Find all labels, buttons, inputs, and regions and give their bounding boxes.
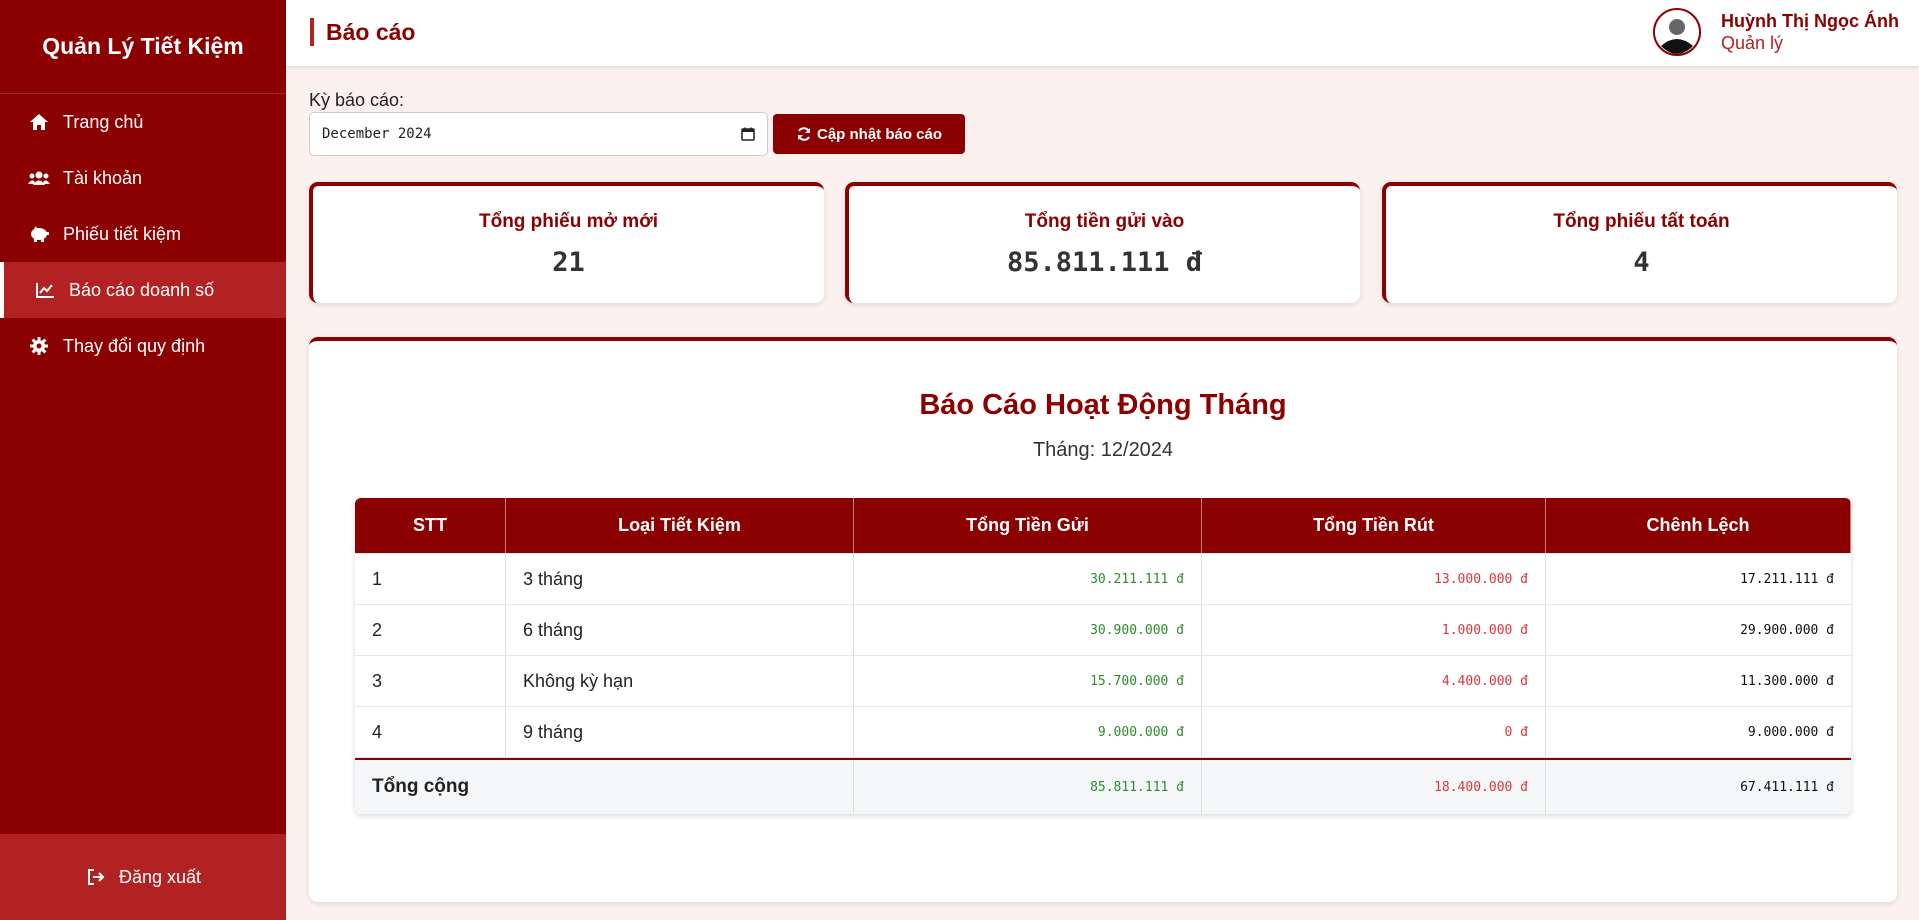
cell-withdraw: 4.400.000 đ bbox=[1202, 656, 1546, 706]
update-report-button[interactable]: Cập nhật báo cáo bbox=[773, 114, 965, 154]
table-row: 4 9 tháng 9.000.000 đ 0 đ 9.000.000 đ bbox=[355, 707, 1851, 758]
cell-deposit: 30.900.000 đ bbox=[854, 605, 1202, 655]
app-brand: Quản Lý Tiết Kiệm bbox=[0, 0, 286, 94]
column-header-stt: STT bbox=[355, 498, 506, 553]
stat-card-new-accounts: Tổng phiếu mở mới 21 bbox=[309, 182, 824, 303]
stat-value: 4 bbox=[1633, 247, 1650, 278]
avatar bbox=[1653, 8, 1702, 56]
stat-value: 85.811.111 đ bbox=[1006, 247, 1203, 278]
total-diff: 67.411.111 đ bbox=[1740, 779, 1834, 795]
user-role: Quản lý bbox=[1721, 33, 1784, 53]
sidebar-item-label: Trang chủ bbox=[63, 111, 144, 132]
update-report-label: Cập nhật báo cáo bbox=[816, 125, 943, 143]
cell-deposit: 30.211.111 đ bbox=[854, 554, 1202, 604]
column-header-type: Loại Tiết Kiệm bbox=[506, 498, 854, 553]
period-value: December 2024 bbox=[322, 126, 432, 142]
calendar-icon[interactable] bbox=[741, 127, 755, 141]
sidebar-item-label: Thay đổi quy định bbox=[63, 335, 206, 356]
user-profile[interactable]: Huỳnh Thị Ngọc Ánh Quản lý bbox=[1653, 8, 1899, 56]
cell-deposit: 9.000.000 đ bbox=[854, 707, 1202, 757]
page-title: Báo cáo bbox=[310, 18, 415, 46]
total-deposit: 85.811.111 đ bbox=[854, 760, 1202, 814]
report-subtitle: Tháng: 12/2024 bbox=[1032, 439, 1174, 461]
cell-stt: 2 bbox=[355, 605, 506, 655]
cell-withdraw: 13.000.000 đ bbox=[1202, 554, 1546, 604]
table-header: STT Loại Tiết Kiệm Tổng Tiền Gửi Tổng Ti… bbox=[355, 498, 1851, 554]
cell-diff: 9.000.000 đ bbox=[1747, 724, 1834, 740]
column-header-deposit: Tổng Tiền Gửi bbox=[854, 498, 1202, 553]
cell-stt: 3 bbox=[355, 656, 506, 706]
cell-deposit: 15.700.000 đ bbox=[854, 656, 1202, 706]
sidebar-item-label: Phiếu tiết kiệm bbox=[63, 223, 182, 244]
user-name: Huỳnh Thị Ngọc Ánh bbox=[1721, 11, 1899, 31]
cell-stt: 4 bbox=[355, 707, 506, 757]
piggy-bank-icon bbox=[28, 223, 50, 245]
sidebar-nav: Trang chủ Tài khoản Phiếu tiết kiệm Báo … bbox=[0, 94, 286, 374]
table-row: 3 Không kỳ hạn 15.700.000 đ 4.400.000 đ … bbox=[355, 656, 1851, 707]
table-row: 1 3 tháng 30.211.111 đ 13.000.000 đ 17.2… bbox=[355, 554, 1851, 605]
refresh-icon bbox=[796, 126, 812, 142]
period-label: Kỳ báo cáo: bbox=[309, 90, 405, 110]
total-label: Tổng cộng bbox=[355, 760, 854, 814]
table-total-row: Tổng cộng 85.811.111 đ 18.400.000 đ 67.4… bbox=[355, 758, 1851, 814]
report-table: STT Loại Tiết Kiệm Tổng Tiền Gửi Tổng Ti… bbox=[355, 498, 1851, 814]
users-icon bbox=[28, 167, 50, 189]
chart-line-icon bbox=[34, 279, 56, 301]
cell-diff: 11.300.000 đ bbox=[1740, 673, 1834, 689]
total-withdraw: 18.400.000 đ bbox=[1202, 760, 1546, 814]
period-month-input[interactable]: December 2024 bbox=[309, 112, 768, 156]
column-header-diff: Chênh Lệch bbox=[1546, 498, 1851, 553]
top-header: Báo cáo Huỳnh Thị Ngọc Ánh Quản lý bbox=[286, 0, 1919, 66]
stat-title: Tổng tiền gửi vào bbox=[1024, 211, 1185, 232]
gear-icon bbox=[28, 335, 50, 357]
table-row: 2 6 tháng 30.900.000 đ 1.000.000 đ 29.90… bbox=[355, 605, 1851, 656]
sign-out-icon bbox=[85, 866, 107, 888]
sidebar-item-savings[interactable]: Phiếu tiết kiệm bbox=[0, 206, 286, 262]
cell-type: Không kỳ hạn bbox=[506, 656, 854, 706]
cell-diff: 29.900.000 đ bbox=[1740, 622, 1834, 638]
stat-title: Tổng phiếu mở mới bbox=[478, 211, 658, 232]
cell-type: 6 tháng bbox=[506, 605, 854, 655]
report-title: Báo Cáo Hoạt Động Tháng bbox=[919, 389, 1287, 421]
cell-withdraw: 1.000.000 đ bbox=[1202, 605, 1546, 655]
sidebar-item-rules[interactable]: Thay đổi quy định bbox=[0, 318, 286, 374]
sidebar-item-sales-report[interactable]: Báo cáo doanh số bbox=[0, 262, 286, 318]
sidebar-item-label: Báo cáo doanh số bbox=[69, 279, 215, 300]
logout-label: Đăng xuất bbox=[118, 866, 202, 887]
stat-value: 21 bbox=[552, 247, 585, 278]
column-header-withdraw: Tổng Tiền Rút bbox=[1202, 498, 1546, 553]
cell-type: 3 tháng bbox=[506, 554, 854, 604]
cell-stt: 1 bbox=[355, 554, 506, 604]
cell-type: 9 tháng bbox=[506, 707, 854, 757]
cell-withdraw: 0 đ bbox=[1202, 707, 1546, 757]
stat-card-total-deposit: Tổng tiền gửi vào 85.811.111 đ bbox=[845, 182, 1360, 303]
sidebar: Quản Lý Tiết Kiệm Trang chủ Tài khoản Ph… bbox=[0, 0, 286, 920]
stat-title: Tổng phiếu tất toán bbox=[1553, 211, 1730, 232]
home-icon bbox=[28, 111, 50, 133]
sidebar-item-label: Tài khoản bbox=[63, 167, 143, 188]
report-panel: Báo Cáo Hoạt Động Tháng Tháng: 12/2024 S… bbox=[309, 337, 1897, 902]
cell-diff: 17.211.111 đ bbox=[1740, 571, 1834, 587]
sidebar-item-accounts[interactable]: Tài khoản bbox=[0, 150, 286, 206]
logout-button[interactable]: Đăng xuất bbox=[0, 834, 286, 920]
stat-card-closed-accounts: Tổng phiếu tất toán 4 bbox=[1382, 182, 1897, 303]
sidebar-item-home[interactable]: Trang chủ bbox=[0, 94, 286, 150]
